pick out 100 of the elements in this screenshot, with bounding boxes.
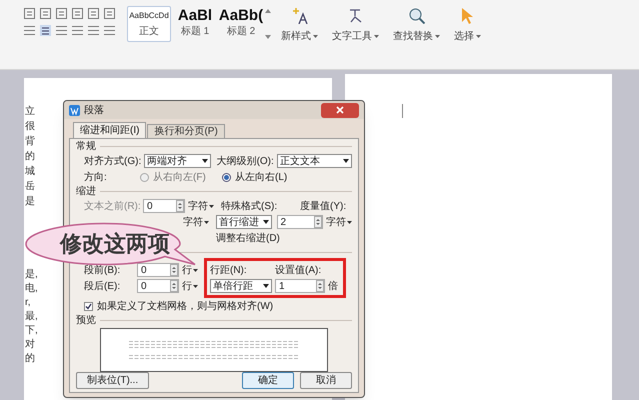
field-label: 文本之前(R): bbox=[84, 200, 140, 214]
spinner-icon bbox=[316, 280, 324, 292]
field-label: 对齐方式(G): bbox=[84, 154, 142, 168]
body-text: 岳 bbox=[25, 180, 35, 194]
field-label: 设置值(A): bbox=[275, 264, 322, 278]
format-icon bbox=[104, 25, 115, 36]
tool-icon bbox=[462, 8, 473, 24]
format-icon bbox=[88, 8, 99, 19]
caret-icon bbox=[193, 284, 198, 288]
format-icon bbox=[56, 8, 67, 19]
close-button[interactable] bbox=[321, 102, 359, 118]
number-field[interactable]: 1 bbox=[275, 279, 325, 293]
tab[interactable]: 换行和分页(P) bbox=[147, 124, 225, 138]
caret-icon bbox=[313, 35, 318, 38]
text-cursor bbox=[402, 104, 403, 118]
number-field[interactable]: 0 bbox=[143, 199, 185, 213]
dropdown[interactable]: 单倍行距 bbox=[210, 279, 272, 293]
body-text: 电, bbox=[25, 282, 38, 296]
caret-icon bbox=[343, 159, 349, 163]
spinner-icon bbox=[170, 264, 178, 276]
body-text: 的 bbox=[25, 150, 35, 164]
caret-icon bbox=[347, 220, 352, 224]
dropdown[interactable]: 正文文本 bbox=[276, 154, 352, 168]
unit-dropdown[interactable]: 行 bbox=[182, 278, 198, 294]
spinner-icon bbox=[170, 280, 178, 292]
dialog-button[interactable]: 取消 bbox=[300, 372, 352, 389]
section-heading: 缩进 bbox=[76, 184, 96, 199]
format-icon bbox=[40, 8, 51, 19]
caret-icon bbox=[193, 268, 198, 272]
caret-icon bbox=[262, 220, 269, 224]
radio-button[interactable] bbox=[140, 172, 149, 182]
scroll-arrows-icon bbox=[265, 9, 271, 39]
number-field[interactable]: 0 bbox=[137, 279, 179, 293]
body-text: 的 bbox=[25, 352, 36, 366]
caret-icon bbox=[374, 35, 379, 38]
body-text: 是, bbox=[25, 268, 38, 282]
format-icon bbox=[72, 8, 83, 19]
window-title: 段落 bbox=[84, 104, 104, 118]
body-text: 下, bbox=[25, 324, 38, 338]
dialog-button[interactable]: 确定 bbox=[242, 372, 294, 389]
section-heading: 常规 bbox=[76, 140, 96, 154]
style-preset[interactable]: AaBb( 标题 2 bbox=[219, 6, 263, 42]
dialog-button[interactable]: 制表位(T)... bbox=[76, 372, 150, 389]
body-text: 立 bbox=[25, 104, 35, 119]
checkbox[interactable] bbox=[84, 302, 93, 310]
tool-button[interactable]: 新样式 bbox=[281, 29, 318, 44]
tool-button[interactable]: 选择 bbox=[454, 29, 481, 44]
app-icon bbox=[69, 104, 80, 116]
unit-dropdown[interactable]: 倍 bbox=[328, 278, 338, 294]
tool-icon bbox=[408, 8, 424, 24]
caret-icon bbox=[204, 220, 209, 224]
tab[interactable]: 缩进和间距(I) bbox=[73, 122, 146, 138]
body-text: 背 bbox=[25, 134, 35, 149]
field-label: 度量值(Y): bbox=[300, 200, 346, 214]
style-preset[interactable]: AaBbCcDd 正文 bbox=[127, 6, 171, 42]
format-icon bbox=[72, 25, 83, 36]
unit-dropdown[interactable]: 字符 bbox=[182, 214, 209, 230]
dropdown[interactable]: 两端对齐 bbox=[144, 154, 211, 168]
checkmark-icon bbox=[85, 302, 92, 310]
spinner-icon bbox=[176, 200, 184, 212]
callout-text: 修改这两项 bbox=[60, 230, 170, 258]
caret-icon bbox=[202, 159, 208, 163]
field-label: 大纲级别(O): bbox=[216, 154, 274, 168]
tool-button[interactable]: 文字工具 bbox=[332, 29, 379, 44]
field-label: 特殊格式(S): bbox=[221, 200, 278, 214]
body-text: r, bbox=[25, 296, 32, 310]
radio-label[interactable]: 从右向左(F) bbox=[153, 170, 206, 184]
format-icon bbox=[24, 25, 35, 36]
tool-button[interactable]: 查找替换 bbox=[393, 29, 440, 44]
tool-icon bbox=[292, 8, 308, 24]
caret-icon bbox=[435, 35, 440, 38]
spinner-icon bbox=[314, 216, 322, 228]
caret-icon bbox=[209, 204, 214, 208]
unit-dropdown[interactable]: 行 bbox=[182, 262, 198, 278]
format-icon bbox=[24, 8, 35, 19]
dropdown[interactable]: 首行缩进 bbox=[216, 215, 272, 229]
radio-button[interactable] bbox=[222, 172, 231, 182]
number-field[interactable]: 0 bbox=[137, 263, 179, 277]
unit-dropdown[interactable]: 字符 bbox=[188, 198, 214, 214]
field-label: 方向: bbox=[84, 170, 108, 184]
unit-dropdown[interactable]: 字符 bbox=[326, 214, 352, 230]
caret-icon bbox=[476, 35, 481, 38]
radio-label[interactable]: 从左向右(L) bbox=[235, 170, 288, 184]
body-text: 很 bbox=[25, 120, 35, 134]
body-text: 对 bbox=[25, 338, 36, 352]
tool-icon bbox=[348, 9, 362, 23]
format-icon bbox=[56, 25, 67, 36]
field-label: 调整右缩进(D) bbox=[216, 232, 280, 246]
close-icon bbox=[336, 106, 344, 114]
format-icon bbox=[88, 25, 99, 36]
field-label: 如果定义了文档网格，则与网格对齐(W) bbox=[97, 300, 274, 314]
format-icon bbox=[104, 8, 115, 19]
body-text: 最, bbox=[25, 310, 38, 324]
field-label: 段后(E): bbox=[84, 280, 122, 294]
number-field[interactable]: 2 bbox=[276, 215, 323, 229]
body-text: 是 bbox=[25, 195, 35, 209]
style-preset[interactable]: AaBl 标题 1 bbox=[173, 6, 217, 42]
field-label: 行距(N): bbox=[210, 264, 248, 278]
caret-icon bbox=[263, 284, 269, 288]
section-heading: 预览 bbox=[76, 314, 96, 328]
